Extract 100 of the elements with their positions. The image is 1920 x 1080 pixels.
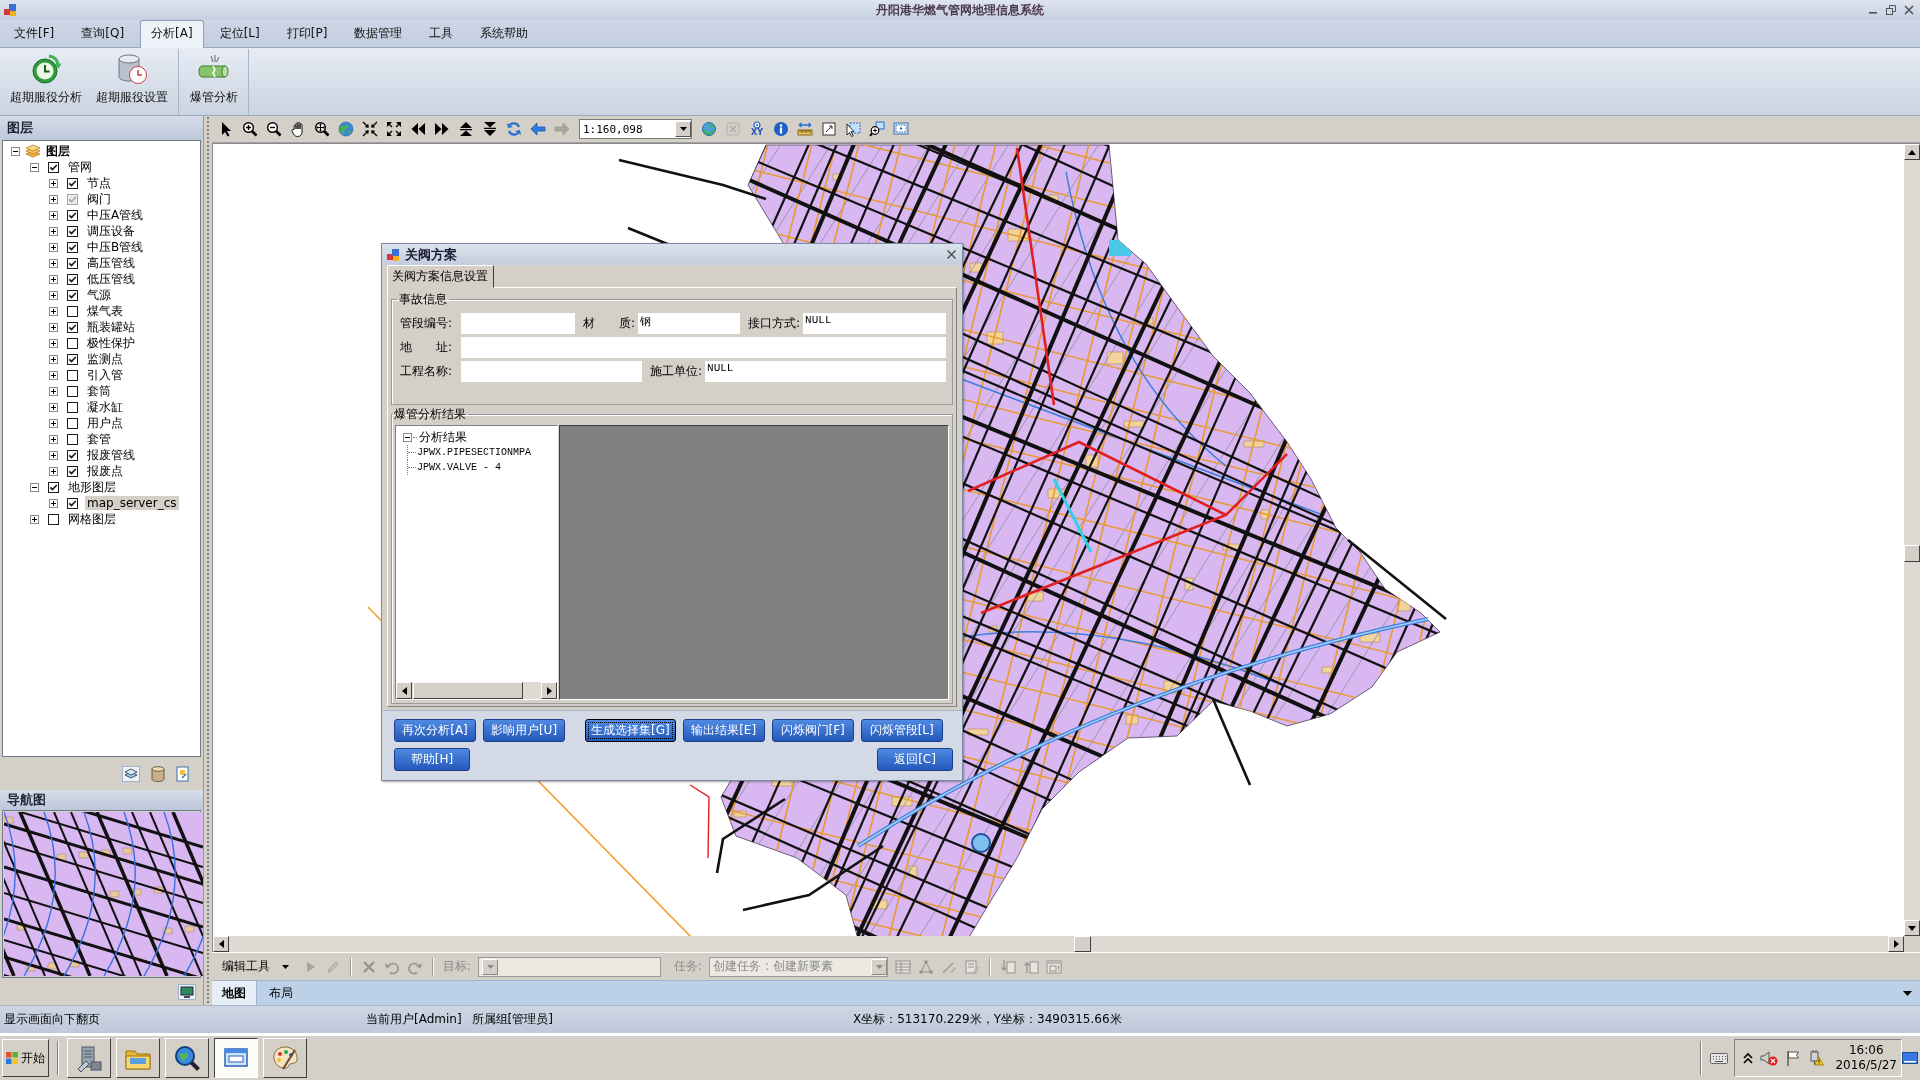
refresh-globe-icon[interactable] <box>701 121 717 137</box>
scroll-up-icon[interactable] <box>1908 149 1916 155</box>
expand-icon[interactable] <box>49 322 58 332</box>
scroll-thumb[interactable] <box>1904 545 1920 562</box>
menu-tab[interactable]: 系统帮助 <box>469 20 540 47</box>
caret-icon[interactable] <box>1903 990 1912 996</box>
flag-icon[interactable] <box>1785 1050 1802 1066</box>
zoom-out-icon[interactable] <box>266 121 282 137</box>
double-down-icon[interactable] <box>482 121 498 137</box>
layer-item[interactable]: 中压A管线 <box>85 206 146 224</box>
layer-item[interactable]: 低压管线 <box>85 270 137 288</box>
dialog-button[interactable]: 输出结果[E] <box>682 719 765 742</box>
menu-tab[interactable]: 定位[L] <box>208 20 271 47</box>
checkbox[interactable] <box>67 209 78 221</box>
expand-icon[interactable] <box>49 338 58 348</box>
keyboard-icon[interactable] <box>1710 1051 1729 1065</box>
checkbox[interactable] <box>67 433 78 445</box>
checkbox[interactable] <box>48 513 59 525</box>
checkbox[interactable] <box>67 497 78 509</box>
ribbon-button[interactable]: 爆管分析 <box>185 49 243 115</box>
layer-item[interactable]: 中压B管线 <box>85 238 146 256</box>
shrink-arrows-icon[interactable] <box>362 121 378 137</box>
dialog-tab[interactable]: 关阀方案信息设置 <box>387 265 494 288</box>
menu-tab[interactable]: 分析[A] <box>140 20 204 48</box>
dialog-button[interactable]: 帮助[H] <box>394 748 470 771</box>
layer-item[interactable]: 节点 <box>85 174 113 192</box>
expand-icon[interactable] <box>49 242 58 252</box>
info-icon[interactable] <box>773 121 789 137</box>
close-icon[interactable] <box>1903 4 1915 16</box>
expand-icon[interactable] <box>30 514 39 524</box>
screen-icon[interactable] <box>893 121 909 137</box>
checkbox[interactable] <box>67 321 78 333</box>
dialog-button[interactable]: 生成选择集[G] <box>585 719 676 742</box>
expand-icon[interactable] <box>49 274 58 284</box>
chevron-up-icon[interactable] <box>1743 1052 1754 1064</box>
double-up-icon[interactable] <box>458 121 474 137</box>
menu-tab[interactable]: 查询[Q] <box>70 20 136 47</box>
taskbar-button[interactable] <box>214 1038 258 1078</box>
clock-date[interactable]: 2016/5/27 <box>1835 1058 1897 1073</box>
layer-item[interactable]: 地形图层 <box>66 478 118 496</box>
scroll-left-icon[interactable] <box>401 686 407 695</box>
navigation-map-drawing[interactable] <box>4 812 203 976</box>
monitor-icon[interactable] <box>178 983 196 1000</box>
layer-item[interactable]: 引入管 <box>85 366 125 384</box>
checkbox[interactable] <box>67 353 78 365</box>
expand-icon[interactable] <box>49 466 58 476</box>
checkbox[interactable] <box>67 257 78 269</box>
cylinder-icon[interactable] <box>151 765 165 782</box>
layer-item[interactable]: 网格图层 <box>66 510 118 528</box>
expand-icon[interactable] <box>49 434 58 444</box>
layer-item[interactable]: 煤气表 <box>85 302 125 320</box>
dialog-button[interactable]: 再次分析[A] <box>394 719 476 742</box>
collapse-icon[interactable] <box>30 482 39 492</box>
hand-icon[interactable] <box>290 121 306 137</box>
expand-icon[interactable] <box>49 370 58 380</box>
ribbon-button[interactable]: 超期服役设置 <box>91 49 173 115</box>
tree-item[interactable]: 分析结果 <box>418 428 468 446</box>
show-desktop-icon[interactable] <box>1902 1051 1918 1065</box>
checkbox[interactable] <box>48 161 59 173</box>
expand-icon[interactable] <box>49 402 58 412</box>
expand-icon[interactable] <box>49 258 58 268</box>
layer-item[interactable]: 气源 <box>85 286 113 304</box>
layer-item[interactable]: 监测点 <box>85 350 125 368</box>
text-field[interactable] <box>461 361 642 382</box>
menu-tab[interactable]: 打印[P] <box>275 20 339 47</box>
layer-item[interactable]: 极性保护 <box>85 334 137 352</box>
layer-item[interactable]: 用户点 <box>85 414 125 432</box>
text-field[interactable]: 钢 <box>638 313 741 334</box>
layer-item[interactable]: 套筒 <box>85 382 113 400</box>
collapse-icon[interactable] <box>403 432 412 442</box>
globe-icon[interactable] <box>338 121 354 137</box>
scroll-thumb[interactable] <box>1074 936 1091 952</box>
zoom-in-icon[interactable] <box>242 121 258 137</box>
layer-item[interactable]: 报废点 <box>85 462 125 480</box>
locate-xy-button[interactable]: XY <box>749 121 765 137</box>
text-field[interactable] <box>461 337 946 358</box>
expand-icon[interactable] <box>49 178 58 188</box>
layer-item[interactable]: 凝水缸 <box>85 398 125 416</box>
checkbox[interactable] <box>67 337 78 349</box>
text-field[interactable]: NULL <box>705 361 946 382</box>
checkbox[interactable] <box>67 289 78 301</box>
layer-item[interactable]: 瓶装罐站 <box>85 318 137 336</box>
checkbox[interactable] <box>67 241 78 253</box>
checkbox[interactable] <box>67 369 78 381</box>
start-button[interactable]: 开始 <box>2 1039 49 1077</box>
scroll-right-icon[interactable] <box>1893 940 1899 948</box>
checkbox[interactable] <box>67 385 78 397</box>
expand-icon[interactable] <box>49 210 58 220</box>
zoom-box-icon[interactable] <box>869 121 885 137</box>
expand-icon[interactable] <box>49 386 58 396</box>
menu-tab[interactable]: 文件[F] <box>3 20 66 47</box>
layer-item[interactable]: 图层 <box>46 142 70 160</box>
edit-tools-menu[interactable]: 编辑工具 <box>220 958 291 975</box>
horizontal-scrollbar[interactable] <box>213 936 1904 952</box>
scroll-left-icon[interactable] <box>218 940 224 948</box>
text-field[interactable]: NULL <box>803 313 946 334</box>
speaker-muted-icon[interactable] <box>1760 1050 1779 1066</box>
checkbox[interactable] <box>67 273 78 285</box>
scroll-thumb[interactable] <box>413 682 523 699</box>
checkbox[interactable] <box>67 225 78 237</box>
